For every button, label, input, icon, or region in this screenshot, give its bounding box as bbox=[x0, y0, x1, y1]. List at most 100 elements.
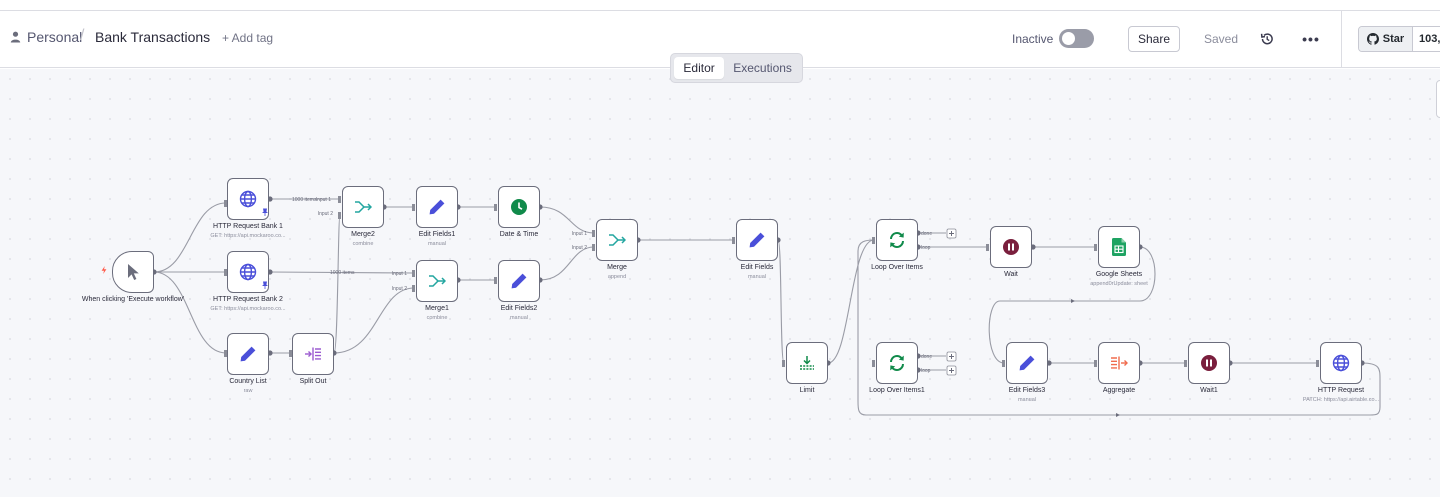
connection-wires: 1000 items Input 1 Input 2 1000 items In… bbox=[151, 196, 1381, 417]
edge-label-input1: Input 1 bbox=[316, 197, 332, 203]
node-wait1[interactable] bbox=[1188, 342, 1230, 384]
pin-icon bbox=[262, 208, 268, 216]
node-http-request[interactable] bbox=[1320, 342, 1362, 384]
node-split-out[interactable] bbox=[292, 333, 334, 375]
node-date-time[interactable] bbox=[498, 186, 540, 228]
pin-icon bbox=[262, 281, 268, 289]
window-top-strip bbox=[0, 0, 1440, 11]
loop-icon bbox=[890, 232, 904, 248]
node-manual-trigger[interactable] bbox=[112, 251, 154, 293]
add-tag-button[interactable]: + Add tag bbox=[222, 31, 273, 45]
tab-editor[interactable]: Editor bbox=[674, 57, 725, 79]
breadcrumb-personal[interactable]: Personal bbox=[10, 29, 82, 45]
node-httpreq-label: HTTP Request bbox=[1317, 387, 1365, 394]
node-merge[interactable] bbox=[596, 219, 638, 261]
edge-label-input2-c: Input 2 bbox=[572, 245, 588, 251]
node-http1-label: HTTP Request Bank 1 bbox=[213, 223, 283, 230]
pencil-icon bbox=[511, 273, 527, 289]
node-edit-fields2[interactable] bbox=[498, 260, 540, 302]
saved-status: Saved bbox=[1204, 32, 1239, 46]
edge-label-input2-b: Input 2 bbox=[392, 286, 408, 292]
header-divider bbox=[1341, 11, 1342, 68]
sheets-icon bbox=[1112, 238, 1126, 256]
edge-label-1000-items-b: 1000 items bbox=[330, 270, 355, 276]
globe-icon bbox=[239, 190, 257, 208]
node-trigger-label: When clicking 'Execute workflow' bbox=[81, 296, 185, 303]
breadcrumb-personal-label: Personal bbox=[27, 29, 83, 45]
node-loop-label: Loop Over Items bbox=[871, 264, 923, 271]
merge-icon bbox=[609, 234, 626, 246]
node-datetime-label: Date & Time bbox=[499, 231, 539, 238]
node-merge1[interactable] bbox=[416, 260, 458, 302]
node-merge-label: Merge bbox=[607, 264, 627, 271]
github-star-widget[interactable]: Star 103, bbox=[1358, 26, 1440, 52]
node-aggregate[interactable] bbox=[1098, 342, 1140, 384]
node-merge2[interactable] bbox=[342, 186, 384, 228]
node-country-sub: raw bbox=[243, 388, 253, 394]
merge-icon bbox=[355, 201, 372, 213]
wire-edit-limit bbox=[777, 239, 785, 364]
github-star-count: 103, bbox=[1419, 33, 1440, 45]
node-edit1-sub: manual bbox=[427, 241, 447, 247]
node-loop-over-items1[interactable] bbox=[876, 342, 918, 384]
node-http2-label: HTTP Request Bank 2 bbox=[213, 296, 283, 303]
node-edit-label: Edit Fields bbox=[740, 264, 774, 271]
wire-trigger-country bbox=[153, 271, 227, 354]
node-http2-sub: GET: https://api.mockaroo.co... bbox=[210, 306, 286, 312]
workflow-canvas[interactable]: 1000 items Input 1 Input 2 1000 items In… bbox=[0, 69, 1440, 497]
active-status-label: Inactive bbox=[1012, 32, 1054, 46]
node-edit3-sub: manual bbox=[1017, 397, 1037, 403]
tab-executions[interactable]: Executions bbox=[726, 57, 799, 79]
pause-icon bbox=[1201, 355, 1217, 371]
toggle-knob bbox=[1062, 32, 1075, 45]
breadcrumb-separator: / bbox=[80, 27, 85, 44]
node-wait[interactable] bbox=[990, 226, 1032, 268]
active-toggle[interactable] bbox=[1059, 29, 1094, 48]
history-icon bbox=[1260, 33, 1273, 45]
view-tabs: Editor Executions bbox=[670, 53, 803, 83]
cursor-icon bbox=[128, 264, 139, 280]
limit-icon bbox=[800, 356, 814, 370]
pencil-icon bbox=[1019, 355, 1035, 371]
trigger-bolt-icon bbox=[101, 266, 107, 274]
node-edit2-sub: manual bbox=[509, 315, 529, 321]
merge-icon bbox=[429, 275, 446, 287]
pencil-icon bbox=[429, 199, 445, 215]
node-sheets-sub: append0rUpdate: sheet bbox=[1090, 281, 1148, 287]
node-edit-fields[interactable] bbox=[736, 219, 778, 261]
edge-label-input2: Input 2 bbox=[318, 211, 334, 217]
globe-icon bbox=[239, 263, 257, 281]
pencil-icon bbox=[749, 232, 765, 248]
node-edit2-label: Edit Fields2 bbox=[500, 305, 538, 312]
wire-limit-loop bbox=[827, 239, 875, 364]
node-country-list[interactable] bbox=[227, 333, 269, 375]
more-options-button[interactable]: ••• bbox=[1302, 30, 1320, 48]
history-button[interactable] bbox=[1258, 30, 1276, 48]
node-google-sheets[interactable] bbox=[1098, 226, 1140, 268]
node-edit-fields1[interactable] bbox=[416, 186, 458, 228]
edge-label-done-b: done bbox=[921, 354, 932, 360]
edge-label-loop: loop bbox=[921, 245, 931, 251]
edge-label-1000-items: 1000 items bbox=[292, 197, 317, 203]
node-merge-sub: append bbox=[607, 274, 627, 280]
split-icon bbox=[305, 347, 321, 361]
node-limit[interactable] bbox=[786, 342, 828, 384]
github-star-button[interactable]: Star bbox=[1359, 27, 1413, 51]
node-sheets-label: Google Sheets bbox=[1095, 271, 1143, 278]
pencil-icon bbox=[240, 346, 256, 362]
node-http1-sub: GET: https://api.mockaroo.co... bbox=[210, 233, 286, 239]
github-icon bbox=[1366, 33, 1379, 45]
github-star-label: Star bbox=[1382, 33, 1405, 45]
loop-icon bbox=[890, 355, 904, 371]
node-loop-over-items[interactable] bbox=[876, 219, 918, 261]
user-icon bbox=[10, 31, 21, 43]
node-edit-fields3[interactable] bbox=[1006, 342, 1048, 384]
side-panel-toggle[interactable] bbox=[1436, 80, 1440, 118]
aggregate-icon bbox=[1111, 356, 1128, 370]
node-wait1-label: Wait1 bbox=[1200, 387, 1218, 394]
globe-icon bbox=[1332, 354, 1350, 372]
workflow-title[interactable]: Bank Transactions bbox=[95, 29, 210, 45]
node-edit-sub: manual bbox=[747, 274, 767, 280]
node-loop1-label: Loop Over Items1 bbox=[869, 387, 925, 394]
share-button[interactable]: Share bbox=[1128, 26, 1180, 52]
